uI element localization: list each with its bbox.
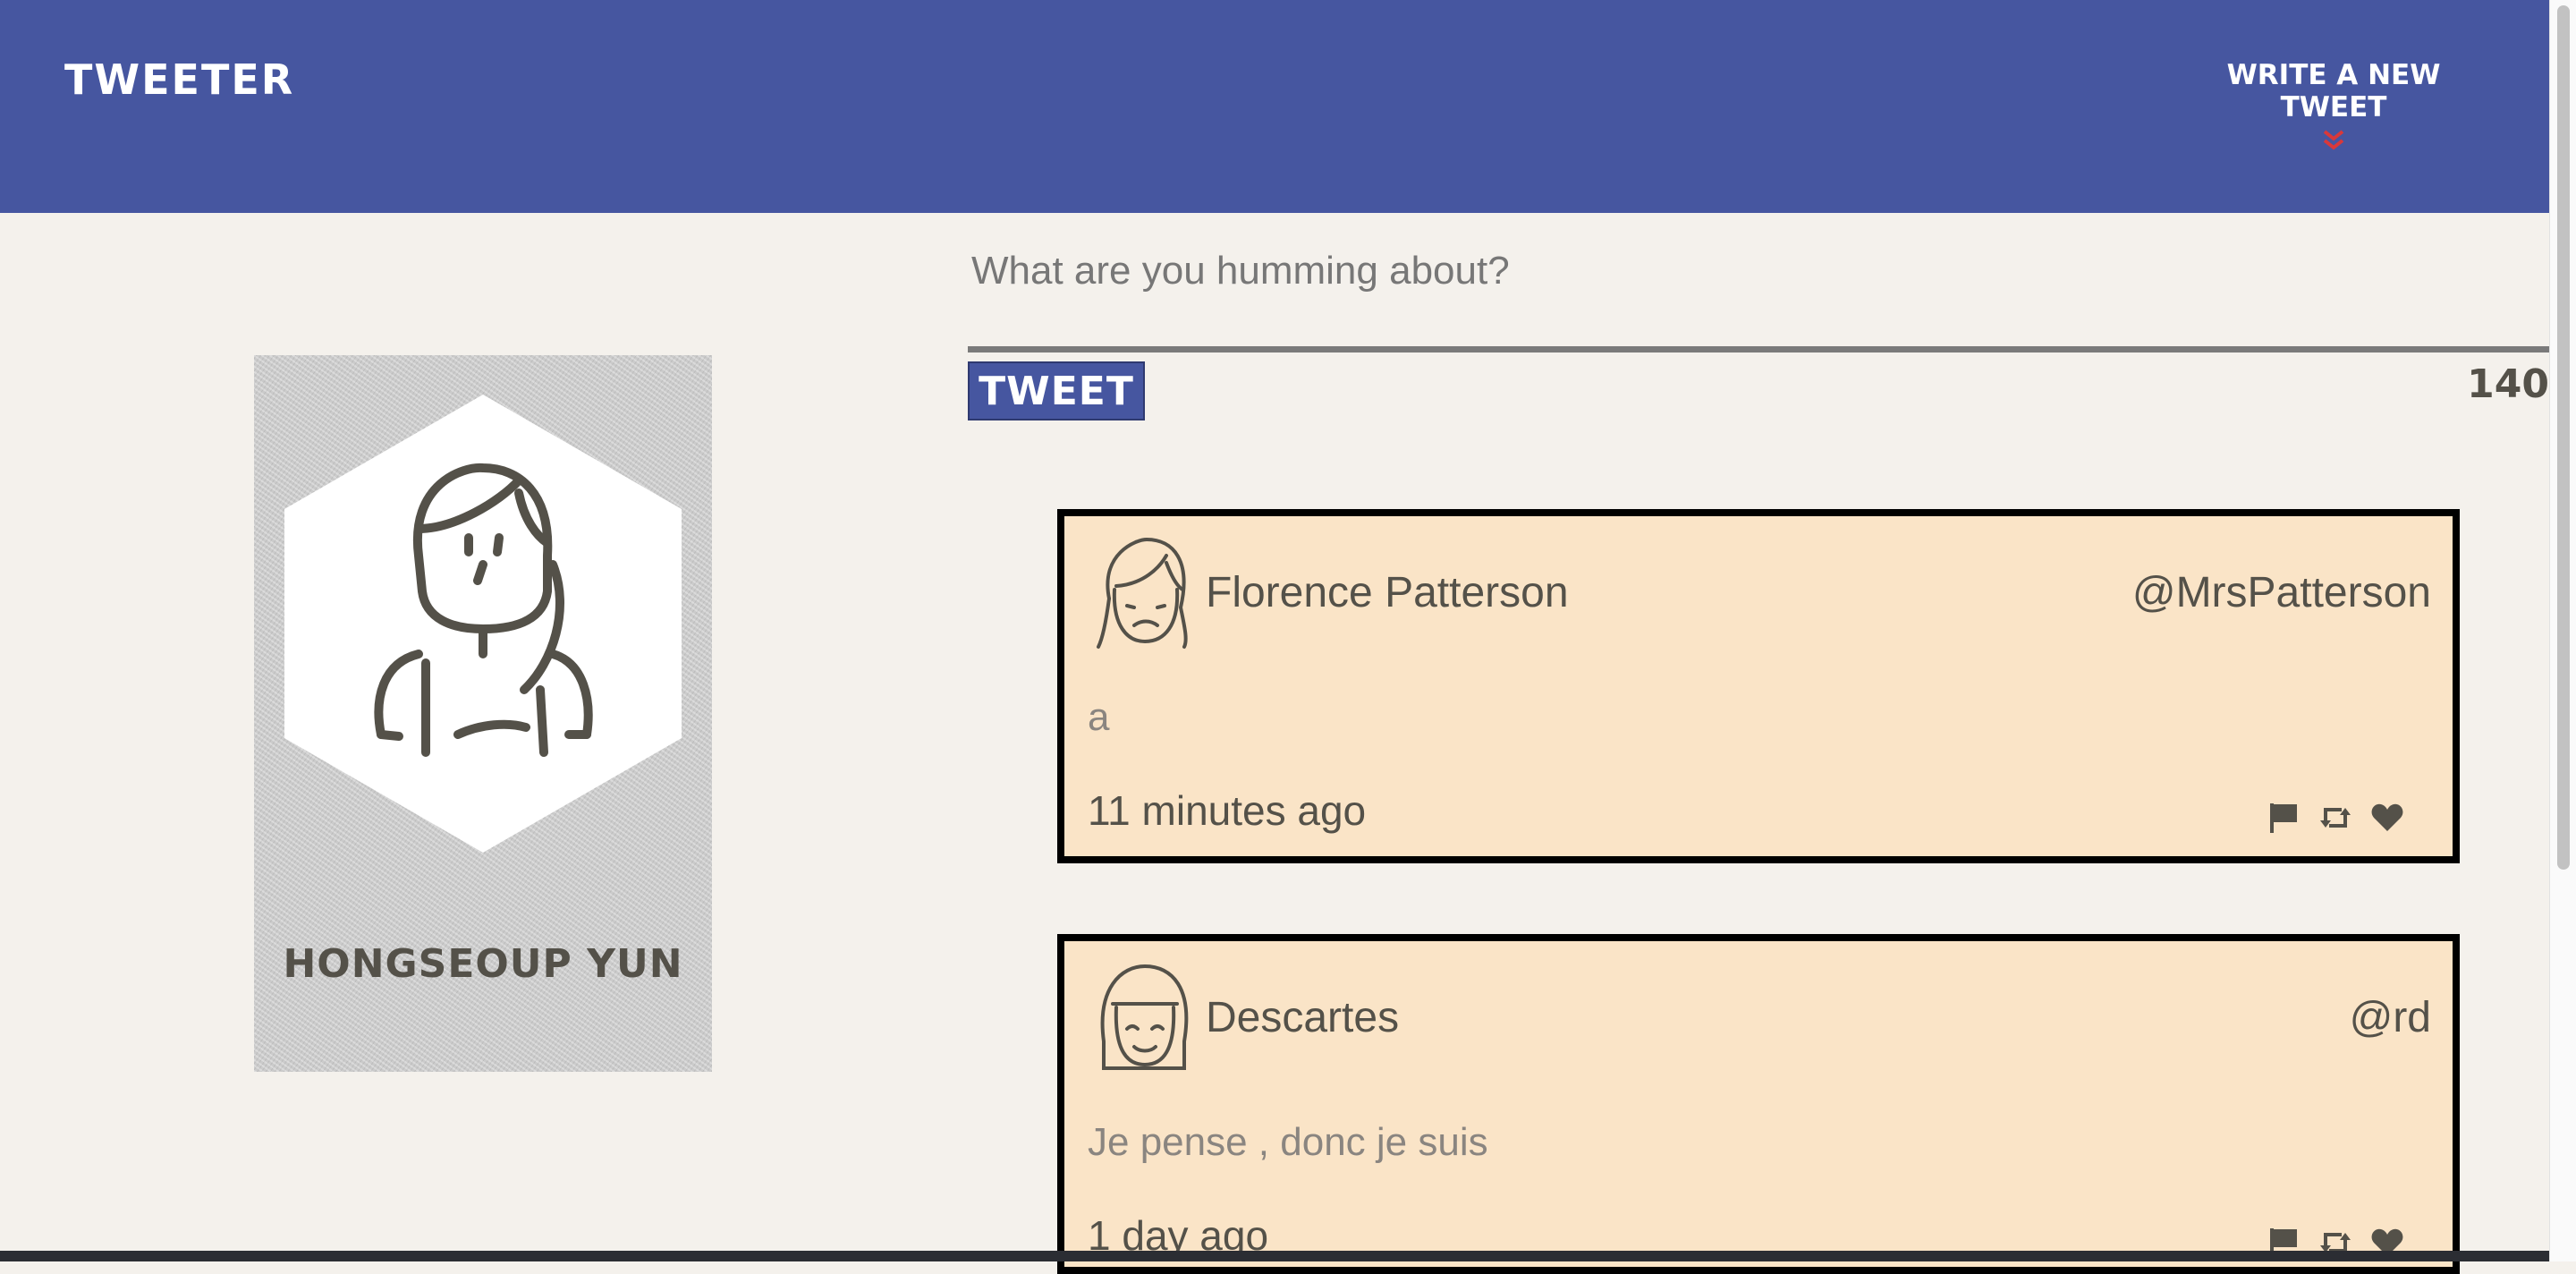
page-scrollbar[interactable] bbox=[2549, 0, 2576, 1261]
retweet-icon[interactable] bbox=[2318, 801, 2352, 835]
tweet-content: a bbox=[1088, 695, 1110, 739]
tweet-input[interactable] bbox=[968, 233, 2549, 352]
tweet-author-handle[interactable]: @rd bbox=[2350, 993, 2431, 1042]
tweet-author-name[interactable]: Descartes bbox=[1206, 993, 1399, 1042]
flag-icon[interactable] bbox=[2267, 801, 2301, 835]
user-avatar-icon bbox=[284, 395, 682, 853]
tweet-timestamp: 11 minutes ago bbox=[1088, 787, 1367, 834]
character-counter: 140 bbox=[2467, 361, 2549, 407]
tweet-author-name[interactable]: Florence Patterson bbox=[1206, 568, 1569, 617]
woman-avatar-icon bbox=[1097, 537, 1188, 649]
smiling-avatar-icon bbox=[1100, 964, 1189, 1070]
profile-name: HONGSEOUP YUN bbox=[283, 941, 683, 987]
tweet-content: Je pense , donc je suis bbox=[1088, 1120, 1488, 1164]
window-bottom-edge bbox=[0, 1251, 2549, 1261]
tweet-submit-button[interactable]: TWEET bbox=[968, 361, 1145, 420]
new-tweet-form bbox=[968, 233, 2549, 358]
top-nav: TWEETER WRITE A NEW TWEET bbox=[0, 0, 2549, 213]
tweet-actions bbox=[2267, 801, 2404, 835]
tweet-card: Descartes @rd Je pense , donc je suis 1 … bbox=[1057, 934, 2460, 1274]
brand-logo[interactable]: TWEETER bbox=[64, 55, 294, 104]
tweet-author-handle[interactable]: @MrsPatterson bbox=[2132, 568, 2431, 617]
profile-card: HONGSEOUP YUN bbox=[254, 355, 712, 1072]
write-new-tweet-button[interactable]: WRITE A NEW TWEET bbox=[2182, 59, 2485, 154]
heart-icon[interactable] bbox=[2370, 801, 2404, 835]
write-new-tweet-label: WRITE A NEW TWEET bbox=[2226, 59, 2441, 123]
double-chevron-down-icon bbox=[2323, 130, 2344, 150]
tweet-card: Florence Patterson @MrsPatterson a 11 mi… bbox=[1057, 509, 2460, 863]
scrollbar-thumb[interactable] bbox=[2557, 5, 2570, 870]
